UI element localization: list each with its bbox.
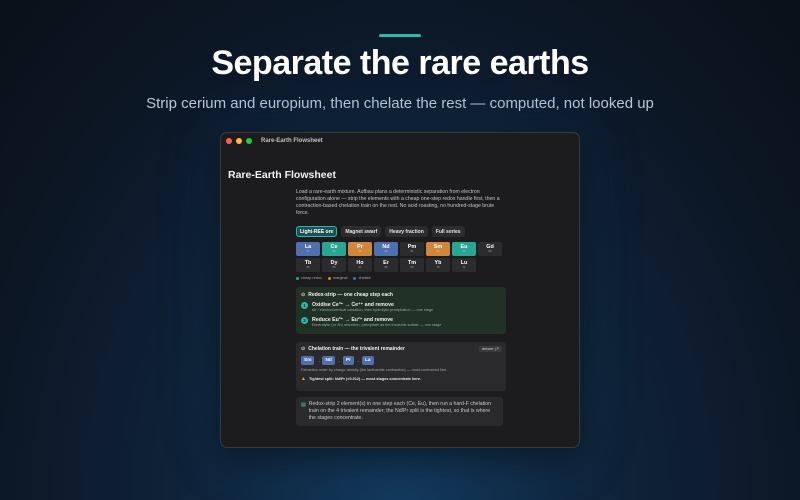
element-number: 61: [410, 250, 414, 253]
step-number-badge: 1: [301, 302, 308, 309]
cycle-icon: ⊙: [301, 292, 306, 298]
element-tile[interactable]: Gd 64: [478, 242, 502, 256]
extraction-order: Sm → Nd → Pr → La: [301, 356, 501, 365]
preset-light-ree-ore[interactable]: Light-REE ore: [296, 226, 338, 237]
legend: cheap redox marginal chelate: [296, 276, 506, 280]
element-tile[interactable]: Tb 65: [296, 258, 320, 272]
hero-subtitle: Strip cerium and europium, then chelate …: [146, 95, 654, 112]
chelation-heading: Chelation train — the trivalent remainde…: [308, 346, 405, 352]
summary-text: Redox-strip 2 element(s) in one step eac…: [308, 401, 491, 421]
element-tile[interactable]: Ce 58: [322, 242, 346, 256]
minimize-window-button[interactable]: [236, 138, 242, 144]
element-tile[interactable]: Er 68: [374, 258, 398, 272]
element-tile[interactable]: Sm 62: [426, 242, 450, 256]
legend-dot: [353, 276, 357, 280]
zoom-window-button[interactable]: [246, 138, 252, 144]
element-number: 60: [384, 250, 388, 253]
hero-title: Separate the rare earths: [211, 44, 589, 82]
chelation-train-card: ⊙ Chelation train — the trivalent remain…: [296, 342, 506, 391]
accent-bar: [379, 34, 421, 37]
arrow-right-icon: →: [316, 358, 321, 363]
step-description: Air / electrochemical oxidation, then hy…: [312, 308, 434, 312]
element-number: 62: [436, 250, 440, 253]
summary-card: ▤ Redox-strip 2 element(s) in one step e…: [296, 397, 503, 426]
element-number: 71: [462, 266, 466, 269]
warning-icon: ▲: [301, 376, 306, 382]
app-window: Rare-Earth Flowsheet Rare-Earth Flowshee…: [220, 132, 580, 448]
chelation-note: Extraction order by charge density (the …: [301, 368, 448, 372]
main-content: Load a rare-earth mixture. Aufbau plans …: [296, 189, 506, 426]
redox-strip-card: ⊙ Redox-strip — one cheap step each 1 Ox…: [296, 287, 506, 334]
element-number: 68: [384, 266, 388, 269]
split-text: Tightest split: Nd/Pr (<0.012) — most st…: [308, 377, 422, 381]
legend-item: cheap redox: [296, 276, 322, 280]
preset-tabs: Light-REE ore Magnet swarf Heavy fractio…: [296, 226, 506, 237]
preset-full-series[interactable]: Full series: [431, 226, 465, 237]
redox-step: 2 Reduce Eu³⁺ → Eu²⁺ and remove Electrol…: [301, 317, 501, 328]
element-number: 67: [358, 266, 362, 269]
element-tile[interactable]: Ho 67: [348, 258, 372, 272]
arrow-right-icon: →: [336, 358, 341, 363]
description: Load a rare-earth mixture. Aufbau plans …: [296, 189, 500, 216]
element-tile[interactable]: Tm 69: [400, 258, 424, 272]
element-grid: La 57 Ce 58 Pr 59 Nd 60 Pm 61 Sm 62 Eu 63 Gd 64 …: [296, 242, 506, 272]
page-title: Rare-Earth Flowsheet: [228, 169, 336, 181]
order-pill: Sm: [301, 356, 315, 365]
legend-label: cheap redox: [301, 276, 322, 280]
element-tile[interactable]: Dy 66: [322, 258, 346, 272]
element-tile[interactable]: Pm 61: [400, 242, 424, 256]
element-number: 70: [436, 266, 440, 269]
step-number-badge: 2: [301, 317, 308, 324]
preset-magnet-swarf[interactable]: Magnet swarf: [341, 226, 382, 237]
document-icon: ▤: [301, 402, 306, 408]
title-bar: Rare-Earth Flowsheet: [221, 133, 579, 149]
tightest-split: ▲ Tightest split: Nd/Pr (<0.012) — most …: [301, 376, 501, 382]
window-title: Rare-Earth Flowsheet: [261, 138, 323, 144]
element-number: 69: [410, 266, 414, 269]
element-number: 65: [306, 266, 310, 269]
element-tile[interactable]: Pr 59: [348, 242, 372, 256]
legend-label: marginal: [332, 276, 348, 280]
order-pill: Nd: [322, 356, 335, 365]
legend-item: marginal: [327, 276, 348, 280]
element-number: 58: [332, 250, 336, 253]
redox-heading: Redox-strip — one cheap step each: [308, 292, 393, 298]
element-tile[interactable]: Lu 71: [452, 258, 476, 272]
legend-dot: [327, 276, 331, 280]
element-number: 64: [488, 250, 492, 253]
order-pill: Pr: [342, 356, 354, 365]
legend-dot: [296, 276, 299, 280]
element-tile[interactable]: Eu 63: [452, 242, 476, 256]
element-tile[interactable]: Yb 70: [426, 258, 450, 272]
element-number: 66: [332, 266, 336, 269]
order-pill: La: [361, 356, 374, 365]
preset-heavy-fraction[interactable]: Heavy fraction: [385, 226, 428, 237]
legend-label: chelate: [358, 276, 371, 280]
element-number: 57: [306, 250, 310, 253]
legend-item: chelate: [353, 276, 371, 280]
element-tile[interactable]: Nd 60: [374, 242, 398, 256]
arrow-right-icon: →: [355, 358, 360, 363]
cycle-icon: ⊙: [301, 346, 306, 352]
element-number: 63: [462, 250, 466, 253]
element-number: 59: [358, 250, 362, 253]
density-toggle[interactable]: denser | F: [478, 346, 502, 352]
step-description: Electrolytic (or Zn) reduction, precipit…: [312, 323, 442, 327]
element-tile[interactable]: La 57: [296, 242, 320, 256]
close-window-button[interactable]: [226, 138, 232, 144]
redox-step: 1 Oxidise Ce³⁺ → Ce⁴⁺ and remove Air / e…: [301, 302, 501, 313]
